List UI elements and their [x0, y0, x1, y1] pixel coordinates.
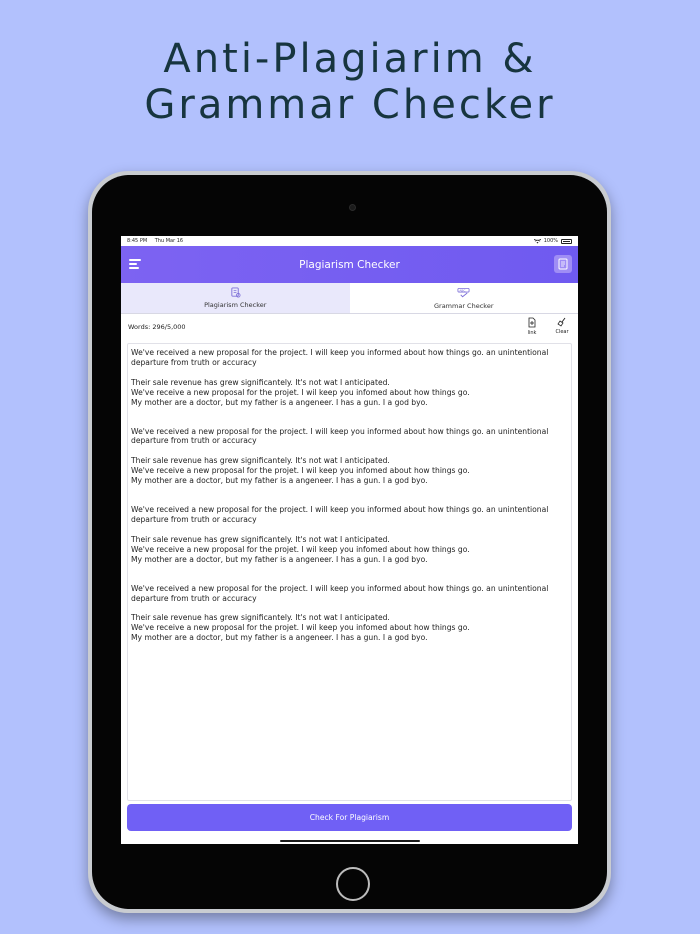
- status-date: Thu Mar 16: [154, 238, 184, 244]
- menu-icon[interactable]: [129, 259, 141, 269]
- home-indicator: [280, 840, 420, 842]
- link-label: link: [527, 330, 537, 336]
- broom-icon: [557, 317, 566, 327]
- status-bar: 8:45 PM Thu Mar 16 100%: [121, 236, 578, 246]
- nav-bar: Plagiarism Checker: [121, 246, 578, 283]
- home-button[interactable]: [336, 867, 370, 901]
- tab-grammar-checker[interactable]: ABC Grammar Checker: [350, 283, 579, 313]
- headline-line-2: Grammar Checker: [144, 82, 556, 128]
- battery-percent: 100%: [543, 238, 558, 244]
- camera: [349, 204, 356, 211]
- editor-toolbar: Words: 296/5,000 link Clear: [121, 314, 578, 340]
- battery-icon: [561, 238, 572, 244]
- text-editor[interactable]: We've received a new proposal for the pr…: [127, 343, 572, 801]
- document-button[interactable]: [554, 255, 572, 273]
- editor-paragraph: We've received a new proposal for the pr…: [131, 583, 549, 603]
- headline: Anti-Plagiarim & Grammar Checker: [0, 36, 700, 128]
- clear-button[interactable]: Clear: [554, 317, 570, 335]
- headline-line-1: Anti-Plagiarim &: [163, 36, 537, 82]
- editor-paragraph: We've received a new proposal for the pr…: [131, 348, 549, 367]
- link-icon: [528, 317, 536, 328]
- wifi-icon: [533, 238, 541, 243]
- grammar-icon: ABC: [457, 287, 470, 297]
- nav-title: Plagiarism Checker: [299, 258, 400, 271]
- check-plagiarism-button[interactable]: Check For Plagiarism: [127, 804, 572, 831]
- editor-paragraph: We've received a new proposal for the pr…: [131, 505, 549, 524]
- svg-text:ABC: ABC: [460, 288, 466, 292]
- status-time: 8:45 PM: [127, 238, 148, 244]
- editor-paragraph: Their sale revenue has grew significante…: [131, 613, 470, 643]
- editor-paragraph: Their sale revenue has grew significante…: [131, 534, 470, 564]
- tab-plagiarism-checker[interactable]: Plagiarism Checker: [121, 283, 350, 313]
- document-icon: [558, 258, 568, 270]
- word-count: Words: 296/5,000: [128, 323, 186, 331]
- app-screen: 8:45 PM Thu Mar 16 100% Plagiarism Check…: [121, 236, 578, 844]
- editor-paragraph: Their sale revenue has grew significante…: [131, 456, 470, 486]
- tab-grammar-label: Grammar Checker: [433, 301, 494, 310]
- editor-paragraph: We've received a new proposal for the pr…: [131, 426, 549, 446]
- clear-label: Clear: [555, 329, 569, 335]
- tab-plagiarism-label: Plagiarism Checker: [204, 301, 267, 309]
- plagiarism-doc-icon: [231, 287, 241, 298]
- tab-bar: Plagiarism Checker ABC Grammar Checker: [121, 283, 578, 314]
- editor-paragraph: Their sale revenue has grew significante…: [131, 377, 470, 407]
- link-button[interactable]: link: [524, 317, 540, 336]
